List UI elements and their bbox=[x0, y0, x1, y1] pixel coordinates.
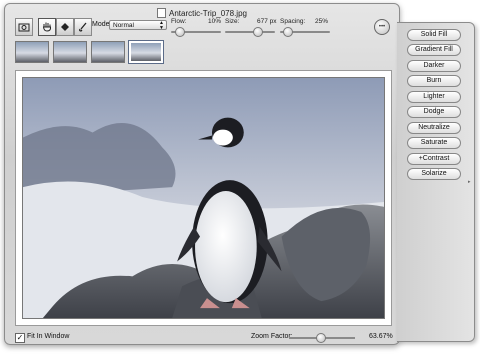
size-slider-track[interactable] bbox=[225, 31, 275, 33]
spacing-label: Spacing: bbox=[280, 18, 306, 25]
solarize-button[interactable]: Solarize bbox=[407, 168, 461, 180]
solid-fill-button[interactable]: Solid Fill bbox=[407, 29, 461, 41]
plus-contrast-button[interactable]: +Contrast bbox=[407, 153, 461, 165]
window-title: Antarctic-Trip_078.jpg bbox=[169, 8, 247, 18]
zoom-slider-knob[interactable] bbox=[316, 333, 326, 343]
spacing-slider-knob[interactable] bbox=[283, 27, 293, 37]
image-canvas[interactable] bbox=[15, 70, 392, 326]
stamp-icon[interactable] bbox=[56, 18, 74, 36]
size-slider-knob[interactable] bbox=[253, 27, 263, 37]
action-menu-button[interactable]: ••• bbox=[374, 19, 390, 35]
effects-drawer: Solid Fill Gradient Fill Darker Burn Lig… bbox=[397, 22, 475, 342]
fit-in-window-checkbox[interactable]: ✓ bbox=[15, 333, 25, 343]
size-value: 677 px bbox=[257, 18, 277, 25]
mode-select-value: Normal bbox=[113, 22, 134, 29]
flow-slider-knob[interactable] bbox=[175, 27, 185, 37]
hand-icon[interactable] bbox=[38, 18, 56, 36]
history-thumbnail[interactable] bbox=[91, 41, 125, 63]
document-icon bbox=[157, 8, 167, 18]
flow-label: Flow: bbox=[171, 18, 187, 25]
spacing-value: 25% bbox=[315, 18, 329, 25]
fit-in-window-label: Fit In Window bbox=[27, 333, 70, 340]
history-thumbnail[interactable] bbox=[15, 41, 49, 63]
gradient-fill-button[interactable]: Gradient Fill bbox=[407, 44, 461, 56]
saturate-button[interactable]: Saturate bbox=[407, 137, 461, 149]
flow-value: 10% bbox=[208, 18, 222, 25]
darker-button[interactable]: Darker bbox=[407, 60, 461, 72]
history-thumbnail[interactable] bbox=[53, 41, 87, 63]
drawer-grip-icon[interactable]: ▸ bbox=[468, 179, 471, 185]
history-thumbnail-selected[interactable] bbox=[128, 40, 164, 64]
zoom-factor-label: Zoom Factor: bbox=[251, 333, 293, 340]
up-down-arrows-icon: ▲ ▼ bbox=[159, 20, 164, 31]
zoom-factor-value: 63.67% bbox=[369, 333, 393, 340]
mode-select[interactable]: Normal ▲ ▼ bbox=[109, 20, 167, 31]
burn-button[interactable]: Burn bbox=[407, 75, 461, 87]
camera-icon[interactable] bbox=[15, 18, 33, 36]
brush-icon[interactable] bbox=[74, 18, 92, 36]
lighter-button[interactable]: Lighter bbox=[407, 91, 461, 103]
dodge-button[interactable]: Dodge bbox=[407, 106, 461, 118]
neutralize-button[interactable]: Neutralize bbox=[407, 122, 461, 134]
size-label: Size: bbox=[225, 18, 240, 25]
penguin-photo bbox=[22, 77, 385, 319]
editor-window: Antarctic-Trip_078.jpg ••• Mode: Normal … bbox=[4, 3, 400, 345]
